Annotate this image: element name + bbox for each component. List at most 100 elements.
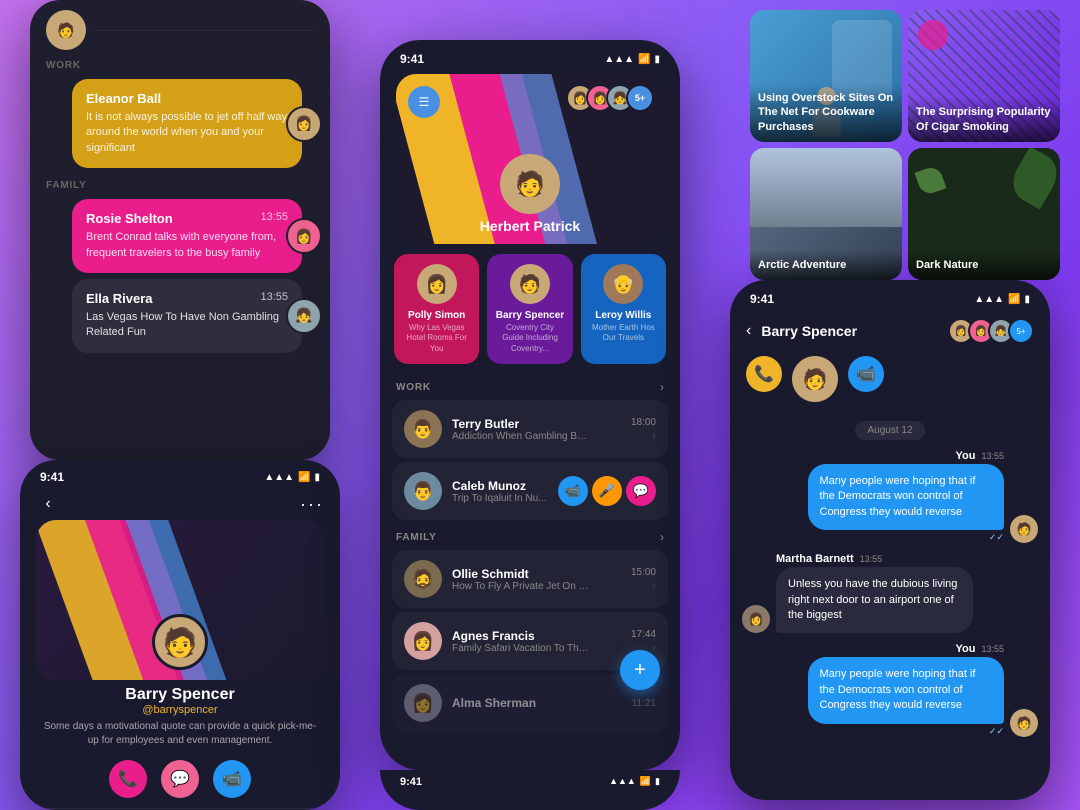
chat-item-rosie[interactable]: Rosie Shelton 13:55 Brent Conrad talks w… <box>72 199 302 273</box>
art4-overlay: Dark Nature <box>908 250 1060 280</box>
art1-overlay: Using Overstock Sites On The Net For Coo… <box>750 83 902 142</box>
chat-item-eleanor[interactable]: Eleanor Ball It is not always possible t… <box>72 79 302 168</box>
article-card-1[interactable]: Using Overstock Sites On The Net For Coo… <box>750 10 902 142</box>
name-barry: Barry Spencer <box>496 310 564 321</box>
time-p2: 9:41 <box>40 470 64 484</box>
mic-btn-caleb[interactable]: 🎤 <box>592 476 622 506</box>
subtitle-barry: Coventry City Guide Including Coventry..… <box>495 323 564 354</box>
chat-text-eleanor: It is not always possible to jet off hal… <box>86 110 288 156</box>
article-card-4[interactable]: Dark Nature <box>908 148 1060 280</box>
text-ollie: How To Fly A Private Jet On Your Next Tr… <box>452 581 592 592</box>
chat-text-ella: Las Vegas How To Have Non Gambling Relat… <box>86 310 288 341</box>
info-ollie: Ollie Schmidt How To Fly A Private Jet O… <box>452 567 621 592</box>
back-button-p2[interactable]: ‹ <box>36 492 60 516</box>
more-menu-p2[interactable]: ··· <box>300 494 324 515</box>
time-p3: 9:41 <box>400 52 424 66</box>
fab-compose[interactable]: + <box>620 650 660 690</box>
info-terry: Terry Butler Addiction When Gambling Bec… <box>452 417 621 442</box>
chat-time-rosie: 13:55 <box>260 211 288 223</box>
status-icons-p3: ▲▲▲ 📶 ▮ <box>604 54 660 65</box>
avatar-sent-3: 🧑 <box>1010 709 1038 737</box>
caleb-actions: 📹 🎤 💬 <box>558 476 656 506</box>
avatar-agnes: 👩 <box>404 622 442 660</box>
chat-text-rosie: Brent Conrad talks with everyone from, f… <box>86 230 288 261</box>
chat-name-ella: Ella Rivera <box>86 291 153 306</box>
wifi-p4: 📶 <box>1008 294 1020 305</box>
contact-card-leroy[interactable]: 👴 Leroy Willis Mother Earth Hos Our Trav… <box>581 254 666 364</box>
battery-p4: ▮ <box>1024 294 1030 305</box>
text-caleb: Trip To Iqaluit In Nu... <box>452 493 548 504</box>
profile-bio-p2: Some days a motivational quote can provi… <box>20 720 340 748</box>
time-terry: 18:00 <box>631 417 656 428</box>
phone3-bottom-preview: 9:41 ▲▲▲ 📶 ▮ <box>380 770 680 810</box>
sender-3: You <box>956 643 976 655</box>
bottom-icons: ▲▲▲ 📶 ▮ <box>609 776 660 788</box>
art3-ice <box>750 148 902 227</box>
msg-ollie[interactable]: 🧔 Ollie Schmidt How To Fly A Private Jet… <box>392 550 668 608</box>
info-caleb: Caleb Munoz Trip To Iqaluit In Nu... <box>452 479 548 504</box>
phone-main: 9:41 ▲▲▲ 📶 ▮ ☰ 👩 👩 👧 5+ 🧑 Herbert Patric… <box>380 40 680 770</box>
avatar-terry: 👨 <box>404 410 442 448</box>
center-avatar-p4: 🧑 <box>792 356 838 402</box>
chat-item-ella[interactable]: Ella Rivera 13:55 Las Vegas How To Have … <box>72 279 302 353</box>
family-chevron-p3[interactable]: › <box>660 530 664 544</box>
article-card-3[interactable]: Arctic Adventure <box>750 148 902 280</box>
avatar-leroy: 👴 <box>603 264 643 304</box>
time-ollie: 15:00 <box>631 567 656 578</box>
wifi-p3: 📶 <box>638 54 650 65</box>
contact-card-barry[interactable]: 🧑 Barry Spencer Coventry City Guide Incl… <box>487 254 572 364</box>
chevron-terry: › <box>652 428 656 442</box>
profile-actions-p2: 📞 💬 📹 <box>20 760 340 798</box>
art2-title: The Surprising Popularity Of Cigar Smoki… <box>916 105 1052 134</box>
work-section-label: WORK <box>30 54 330 73</box>
bottom-time: 9:41 <box>400 776 422 788</box>
right-ollie: 15:00 › <box>631 567 656 592</box>
msg-caleb[interactable]: 👨 Caleb Munoz Trip To Iqaluit In Nu... 📹… <box>392 462 668 520</box>
avatar-eleanor: 👩 <box>286 106 322 142</box>
date-text-p4: August 12 <box>855 421 924 440</box>
header-avatars-p4: 👩 👩 👧 5+ <box>954 318 1034 344</box>
profile-banner-p3: ☰ 👩 👩 👧 5+ 🧑 Herbert Patrick <box>396 74 664 244</box>
status-bar-p3: 9:41 ▲▲▲ 📶 ▮ <box>380 40 680 74</box>
video-btn-p4[interactable]: 📹 <box>848 356 884 392</box>
name-leroy: Leroy Willis <box>595 310 651 321</box>
sender-1: You <box>956 450 976 462</box>
work-label-p3: WORK <box>396 382 431 393</box>
status-icons-p4: ▲▲▲ 📶 ▮ <box>974 294 1030 305</box>
avatar-barry: 🧑 <box>510 264 550 304</box>
profile-name-p2: Barry Spencer <box>20 686 340 704</box>
sender-2: Martha Barnett <box>776 553 854 565</box>
art3-title: Arctic Adventure <box>758 258 894 272</box>
main-avatar-p3: 🧑 <box>500 154 560 214</box>
time-1: 13:55 <box>981 451 1004 461</box>
contact-card-polly[interactable]: 👩 Polly Simon Why Las Vegas Hotel Rooms … <box>394 254 479 364</box>
main-profile-name-p3: Herbert Patrick <box>396 218 664 234</box>
chat-header-p4: ‹ Barry Spencer 👩 👩 👧 5+ <box>730 314 1050 352</box>
msg-terry[interactable]: 👨 Terry Butler Addiction When Gambling B… <box>392 400 668 458</box>
date-badge-p4: August 12 <box>730 420 1050 440</box>
bubble-1: Many people were hoping that if the Demo… <box>808 464 1005 530</box>
call-btn-p4[interactable]: 📞 <box>746 356 782 392</box>
call-action-p2[interactable]: 📞 <box>109 760 147 798</box>
video-btn-caleb[interactable]: 📹 <box>558 476 588 506</box>
article-card-2[interactable]: The Surprising Popularity Of Cigar Smoki… <box>908 10 1060 142</box>
menu-button-p3[interactable]: ☰ <box>408 86 440 118</box>
art2-flower <box>918 20 948 50</box>
hav-plus: 5+ <box>1008 318 1034 344</box>
msg-row-1: You 13:55 Many people were hoping that i… <box>742 450 1038 543</box>
name-terry: Terry Butler <box>452 417 621 431</box>
chat-action-p2[interactable]: 💬 <box>161 760 199 798</box>
top-user-avatar[interactable]: 🧑 <box>46 10 86 50</box>
back-button-p4[interactable]: ‹ <box>746 322 751 340</box>
video-action-p2[interactable]: 📹 <box>213 760 251 798</box>
status-icons-p2: ▲▲▲ 📶 ▮ <box>264 472 320 483</box>
chat-name-eleanor: Eleanor Ball <box>86 91 288 106</box>
chat-btn-caleb[interactable]: 💬 <box>626 476 656 506</box>
chat-name-rosie: Rosie Shelton <box>86 211 173 226</box>
avatar-alma: 👩 <box>404 684 442 722</box>
work-chevron-p3[interactable]: › <box>660 380 664 394</box>
bottom-status-bar: 9:41 ▲▲▲ 📶 ▮ <box>380 770 680 794</box>
battery-icon-p2: ▮ <box>314 472 320 483</box>
avatar-recv-2: 👩 <box>742 605 770 633</box>
family-section-p3: FAMILY › <box>380 524 680 546</box>
